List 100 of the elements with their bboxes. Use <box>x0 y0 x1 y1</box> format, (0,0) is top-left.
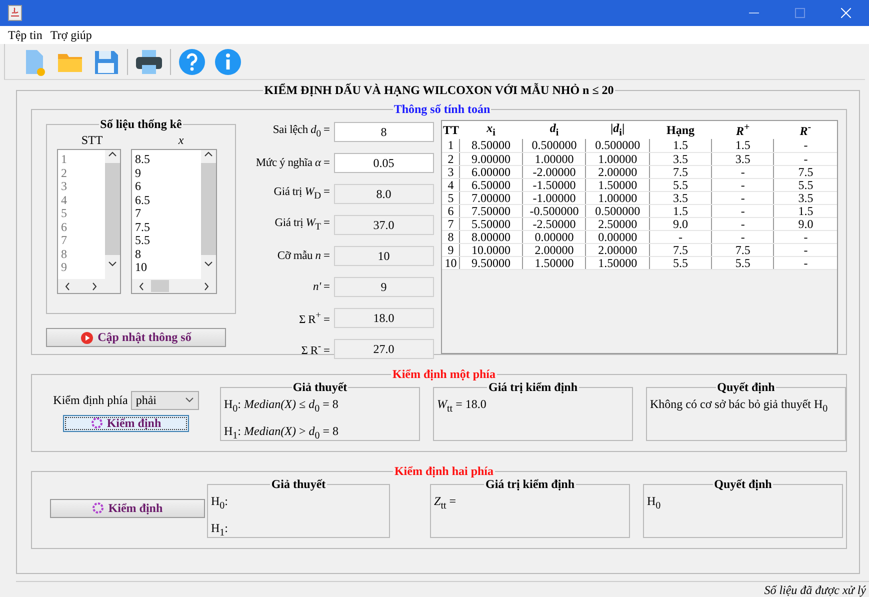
section-title: Kiểm định hai phía <box>393 465 495 478</box>
table-cell: 3.5 <box>649 152 712 165</box>
scroll-right-icon[interactable] <box>91 282 98 290</box>
scrollbar-thumb[interactable] <box>105 163 120 255</box>
value-list[interactable]: 8.5 9 6 6.5 7 7.5 5.5 8 10 <box>131 149 217 294</box>
list-item[interactable]: 6 <box>135 180 201 194</box>
app-icon <box>8 5 22 21</box>
table-cell: 6.00000 <box>459 165 522 178</box>
table-cell: 6 <box>442 204 460 217</box>
table-cell: 5.5 <box>649 256 712 269</box>
field-label: Giá trị W$_{D}$ = <box>272 186 330 202</box>
list-item: 1 <box>61 153 68 166</box>
field-label: Σ R$^{-}$ = <box>300 341 330 357</box>
table-cell: 1.5 <box>774 204 837 217</box>
table-cell: 3.5 <box>712 152 774 165</box>
table-cell: -1.50000 <box>522 178 586 191</box>
scroll-up-icon[interactable] <box>108 150 117 159</box>
column-header: d$_{i}$ <box>522 121 586 139</box>
table-cell: 2 <box>442 152 460 165</box>
output-field: 9 <box>334 277 434 297</box>
table-cell: 7.5 <box>774 165 837 178</box>
table-cell: 7 <box>442 217 460 230</box>
list-item[interactable]: 7 <box>135 207 201 220</box>
side-dropdown[interactable]: phải <box>130 390 199 410</box>
status-text: Số liệu đã được xử lý <box>764 582 866 597</box>
scroll-up-icon[interactable] <box>204 150 213 159</box>
output-field: 18.0 <box>334 308 434 328</box>
table-cell: 3.5 <box>774 191 837 204</box>
panel-title: Giả thuyết <box>292 381 348 394</box>
table-cell: 1.5 <box>649 204 712 217</box>
list-item: 4 <box>61 194 68 207</box>
table-cell: 5.5 <box>774 178 837 191</box>
output-field: 37.0 <box>334 215 434 235</box>
list-item[interactable]: 9 <box>135 166 201 180</box>
panel-title: Quyết định <box>716 381 776 394</box>
table-cell: 2.00000 <box>586 243 650 256</box>
list-item[interactable]: 8.5 <box>135 153 201 166</box>
scroll-left-icon[interactable] <box>138 282 145 290</box>
info-icon[interactable] <box>213 46 243 76</box>
table-cell: 2.50000 <box>586 217 650 230</box>
table-cell: 1.50000 <box>586 178 650 191</box>
scrollbar-thumb[interactable] <box>151 280 169 292</box>
table-cell: - <box>712 165 774 178</box>
table-cell: 7.00000 <box>459 191 522 204</box>
list-item[interactable]: 10 <box>135 261 201 274</box>
output-field: 8.0 <box>334 184 434 204</box>
field-label: n' = <box>312 281 330 293</box>
test-button[interactable]: Kiểm định <box>50 498 205 518</box>
table-cell: 9.0 <box>774 217 837 230</box>
table-cell: - <box>712 217 774 230</box>
table-cell: 7.5 <box>649 243 712 256</box>
scroll-down-icon[interactable] <box>204 259 213 268</box>
panel-title: Quyết định <box>713 478 773 491</box>
list-item[interactable]: 7.5 <box>135 220 201 234</box>
table-cell: 2.00000 <box>586 165 650 178</box>
list-item[interactable]: 5.5 <box>135 234 201 248</box>
test-button[interactable]: Kiểm định <box>63 414 189 432</box>
update-button[interactable]: Cập nhật thông số <box>46 328 226 347</box>
column-header: |d$_{i}$| <box>586 121 650 139</box>
table-cell: 8.00000 <box>459 230 522 243</box>
close-icon[interactable] <box>841 8 851 18</box>
help-icon[interactable] <box>177 46 207 76</box>
column-header: STT <box>80 132 104 148</box>
table-cell: 1.50000 <box>522 256 586 269</box>
hypothesis-text: H$_{1}$: Median(X) > d$_{0}$ = 8 <box>224 424 340 444</box>
column-header: TT <box>442 121 460 139</box>
table-cell: 8 <box>442 230 460 243</box>
main-title: KIỂM ĐỊNH DẤU VÀ HẠNG WILCOXON VỚI MẪU NHỎ n ≤ 20 <box>263 84 615 97</box>
menu-item[interactable]: Tệp tin <box>8 28 42 42</box>
output-field: 27.0 <box>334 339 434 359</box>
index-list[interactable]: 1 2 3 4 5 6 7 8 9 <box>57 149 121 294</box>
field-label: Mức ý nghĩa α = <box>254 157 330 169</box>
table-cell: 5.5 <box>649 178 712 191</box>
table-cell: 3 <box>442 165 460 178</box>
list-item[interactable]: 6.5 <box>135 194 201 207</box>
input-field[interactable]: 8 <box>334 122 434 142</box>
list-item[interactable]: 8 <box>135 248 201 261</box>
table-cell: 7.50000 <box>459 204 522 217</box>
list-item: 7 <box>61 234 68 248</box>
table-cell: 10 <box>442 256 460 269</box>
section-title: Kiểm định một phía <box>391 368 497 381</box>
table-cell: 9 <box>442 243 460 256</box>
result-text: Không có cơ sở bác bỏ giả thuyết H$_{0}$ <box>650 397 829 416</box>
table-cell: 10.0000 <box>459 243 522 256</box>
scroll-down-icon[interactable] <box>108 259 117 268</box>
menu-item[interactable]: Trợ giúp <box>50 28 92 42</box>
table-cell: 1 <box>442 139 460 152</box>
table-cell: 9.50000 <box>459 256 522 269</box>
panel-title: Giả thuyết <box>270 478 327 491</box>
input-field[interactable]: 0.05 <box>334 153 434 173</box>
table-cell: 5.5 <box>712 256 774 269</box>
scroll-left-icon[interactable] <box>64 282 71 290</box>
scroll-right-icon[interactable] <box>203 282 210 290</box>
output-field: 10 <box>334 246 434 266</box>
table-cell: 2.00000 <box>522 243 586 256</box>
list-item: 5 <box>61 207 68 220</box>
hypothesis-text: H$_{0}$: <box>211 494 230 514</box>
table-cell: 5.50000 <box>459 217 522 230</box>
panel-title: Giá trị kiểm định <box>485 478 576 491</box>
scrollbar-thumb[interactable] <box>201 163 216 255</box>
